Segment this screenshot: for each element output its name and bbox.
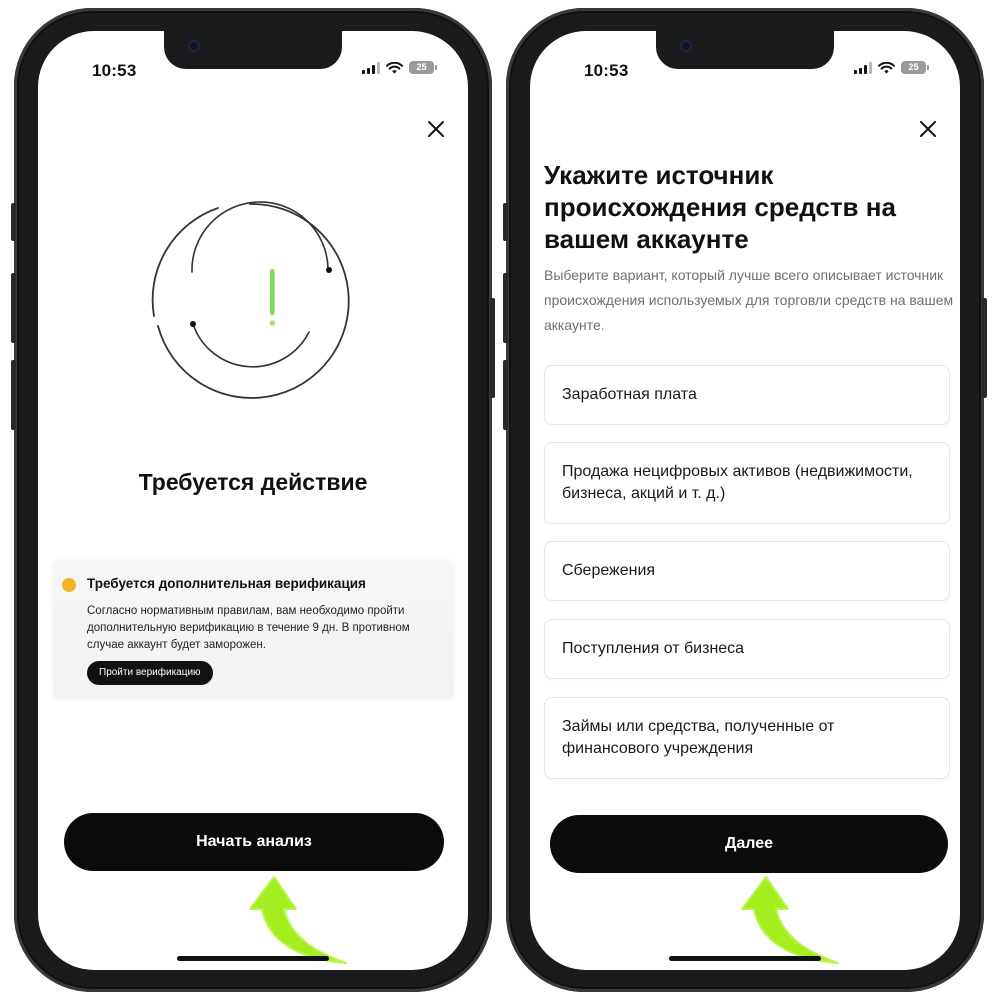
outer-ring-gap: [151, 207, 219, 317]
notch: [656, 31, 834, 69]
inner-ring-top: [191, 201, 329, 273]
pointer-arrow: [249, 876, 347, 964]
option-business-income[interactable]: Поступления от бизнеса: [544, 619, 950, 679]
volume-up-button: [11, 273, 16, 343]
start-analysis-button[interactable]: Начать анализ: [64, 813, 444, 871]
power-button: [982, 298, 987, 398]
camera-icon: [680, 40, 692, 52]
wifi-icon: [878, 61, 895, 73]
exclamation-icon: [270, 269, 275, 315]
screen-left: 10:53 25 Требуется действие Требуется до…: [38, 31, 468, 970]
pointer-arrow: [741, 876, 839, 964]
status-time: 10:53: [584, 61, 629, 80]
screen-right: 10:53 25 Укажите источник происхождения …: [530, 31, 960, 970]
camera-icon: [188, 40, 200, 52]
option-asset-sale[interactable]: Продажа нецифровых активов (недвижимости…: [544, 442, 950, 524]
notch: [164, 31, 342, 69]
verify-button[interactable]: Пройти верификацию: [87, 661, 213, 685]
volume-down-button: [11, 360, 16, 430]
volume-down-button: [503, 360, 508, 430]
notice-title: Требуется дополнительная верификация: [87, 576, 366, 591]
option-loans[interactable]: Займы или средства, полученные от финанс…: [544, 697, 950, 779]
outer-ring: [157, 203, 350, 399]
battery-icon: 25: [409, 61, 437, 74]
close-icon[interactable]: [424, 117, 448, 141]
warning-dot-icon: [62, 578, 76, 592]
close-icon[interactable]: [916, 117, 940, 141]
volume-up-button: [503, 273, 508, 343]
page-subtitle: Выберите вариант, который лучше всего оп…: [544, 267, 954, 333]
signal-icon: [362, 61, 380, 74]
page-title: Укажите источник происхождения средств н…: [544, 160, 896, 254]
signal-icon: [854, 61, 872, 74]
status-time: 10:53: [92, 61, 137, 80]
option-savings[interactable]: Сбережения: [544, 541, 950, 601]
power-button: [490, 298, 495, 398]
home-indicator: [177, 956, 329, 961]
inner-ring-bottom: [192, 323, 310, 368]
home-indicator: [669, 956, 821, 961]
warning-rings-illustration: [151, 201, 350, 399]
status-icons: 25: [854, 61, 929, 74]
next-button[interactable]: Далее: [550, 815, 948, 873]
phone-frame-right: 10:53 25 Укажите источник происхождения …: [503, 8, 987, 992]
option-salary[interactable]: Заработная плата: [544, 365, 950, 425]
silent-switch: [503, 203, 508, 241]
notice-text: Согласно нормативным правилам, вам необх…: [87, 605, 410, 651]
wifi-icon: [386, 61, 403, 73]
verification-notice: Требуется дополнительная верификация Сог…: [53, 561, 454, 699]
silent-switch: [11, 203, 16, 241]
battery-icon: 25: [901, 61, 929, 74]
page-title: Требуется действие: [138, 469, 368, 495]
phone-frame-left: 10:53 25 Требуется действие Требуется до…: [11, 8, 495, 992]
status-icons: 25: [362, 61, 437, 74]
